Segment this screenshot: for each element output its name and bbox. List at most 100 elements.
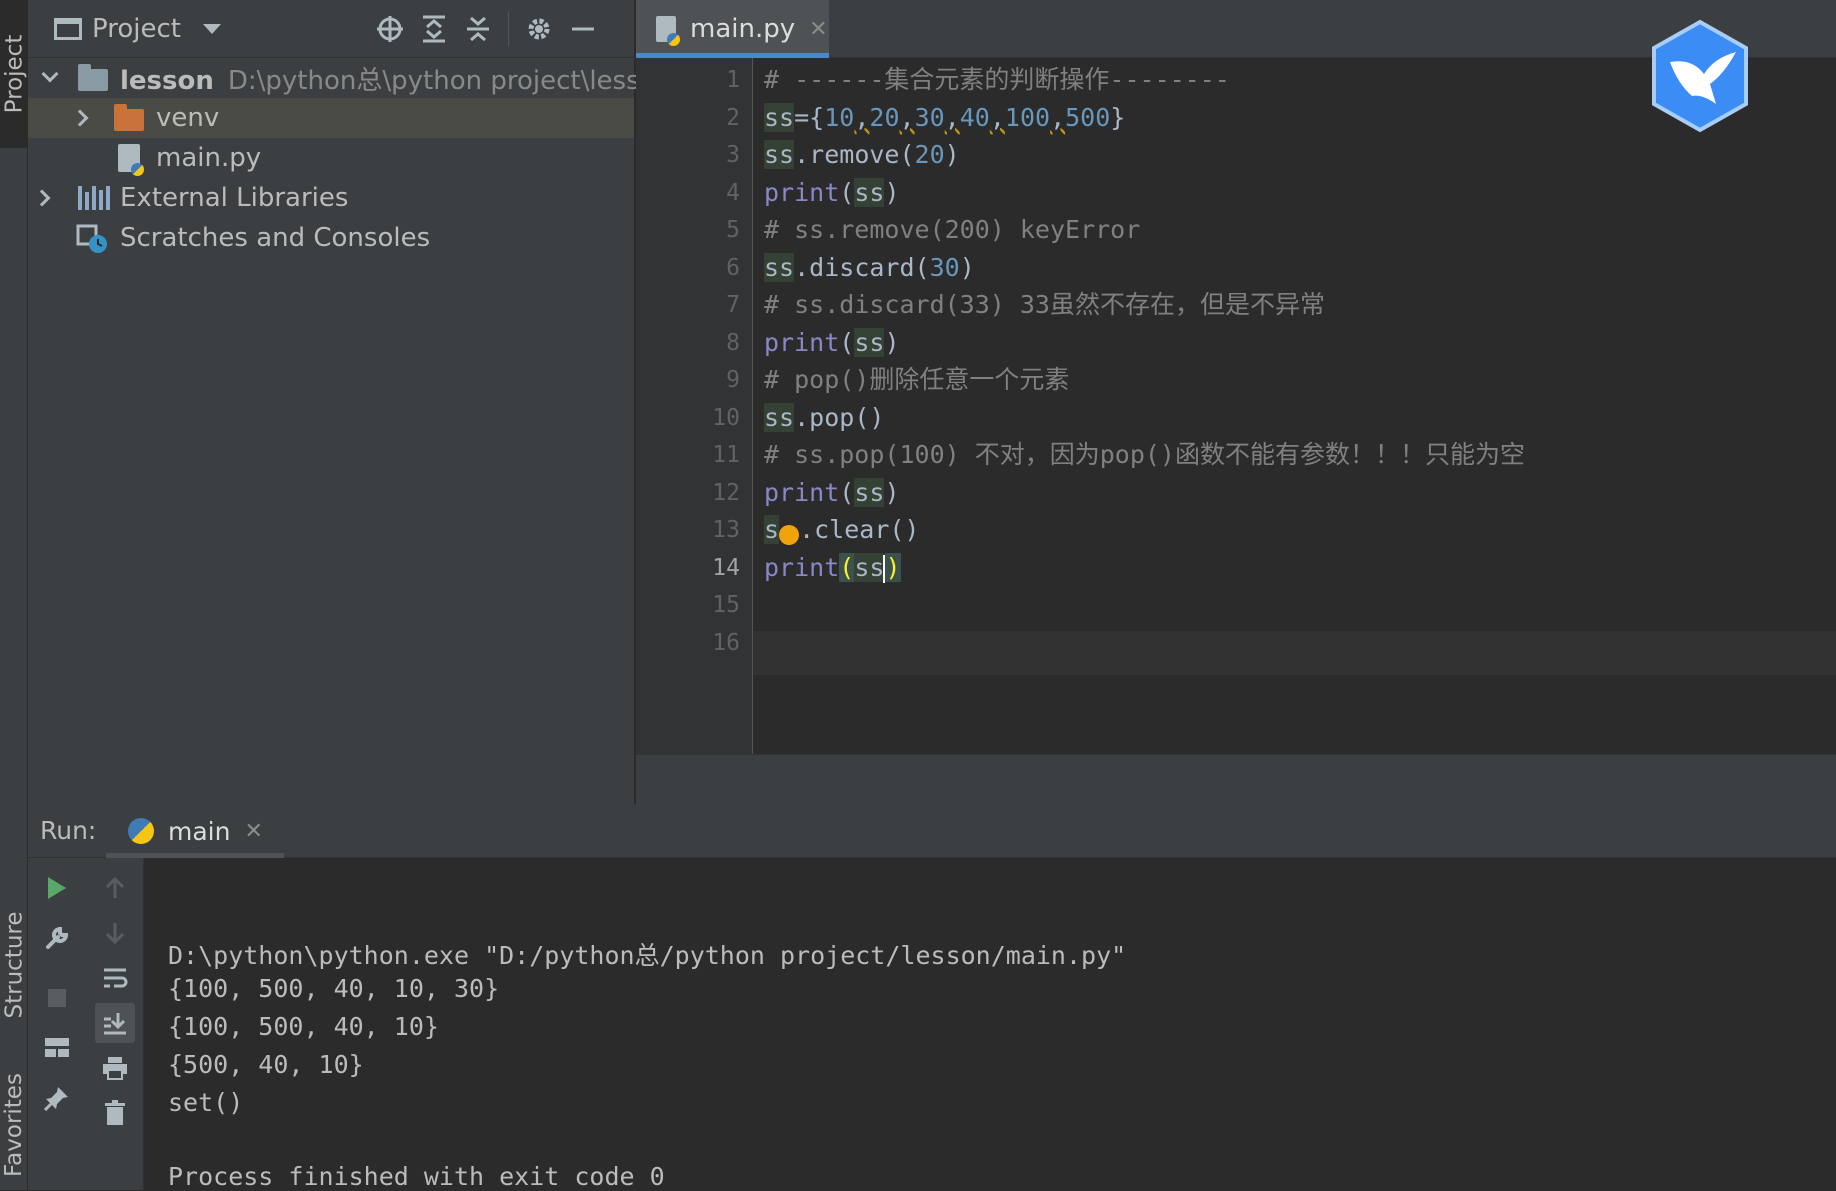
tree-item-lesson[interactable]: lesson D:\python总\python project\lesson: [28, 58, 672, 98]
print-button[interactable]: [95, 1048, 135, 1088]
console-line: {500, 40, 10}: [168, 1050, 364, 1079]
tool-tab-project-label: Project: [1, 34, 28, 114]
chevron-down-icon[interactable]: [41, 65, 59, 83]
run-settings-button[interactable]: [37, 918, 77, 958]
tool-tab-structure[interactable]: Structure: [0, 880, 28, 1050]
chevron-right-icon[interactable]: [71, 109, 89, 127]
code-token: (: [839, 477, 855, 507]
run-label: Run:: [40, 816, 97, 845]
soft-wrap-button[interactable]: [95, 958, 135, 998]
tool-tab-favorites[interactable]: Favorites: [0, 1060, 28, 1190]
code-token: }: [1110, 102, 1126, 132]
builtin-print: print: [764, 477, 840, 507]
run-tab-main-label: main: [168, 816, 231, 846]
lightbulb-icon[interactable]: [779, 525, 800, 545]
identifier-ss: ss: [764, 102, 795, 132]
tree-item-main-py-label: main.py: [156, 143, 262, 173]
clear-all-button[interactable]: [95, 1093, 135, 1133]
scroll-to-end-icon: [104, 1013, 126, 1035]
chevron-down-icon: [202, 23, 221, 34]
project-view-selector[interactable]: Project: [54, 14, 221, 44]
console-line: {100, 500, 40, 10}: [168, 1012, 439, 1041]
pin-tab-button[interactable]: [37, 1078, 77, 1118]
number-literal: 30: [914, 102, 945, 132]
tree-item-scratches[interactable]: Scratches and Consoles: [28, 218, 634, 258]
tree-item-external-libraries-label: External Libraries: [120, 183, 349, 213]
tree-item-external-libraries[interactable]: External Libraries: [28, 178, 634, 218]
identifier-ss: s: [764, 515, 780, 544]
stop-button[interactable]: [37, 978, 77, 1018]
arrow-down-icon: [105, 923, 125, 945]
builtin-print: print: [764, 552, 840, 582]
code-editor[interactable]: 1 2 3 4 5 6 7 8 9 10 11 12 13 14 15 16 #…: [636, 58, 1836, 804]
trash-icon: [105, 1100, 125, 1125]
identifier-ss: ss: [854, 327, 885, 357]
excluded-folder-icon: [114, 104, 144, 131]
left-tool-strip: Project Structure Favorites: [0, 0, 28, 1190]
line-number: 16: [712, 629, 740, 656]
code-token: ,: [854, 102, 870, 132]
identifier-ss: ss: [764, 140, 795, 169]
code-token: ,: [989, 102, 1005, 132]
tree-item-venv[interactable]: venv: [28, 98, 634, 138]
minimize-icon[interactable]: [561, 10, 605, 48]
crosshair-icon[interactable]: [368, 10, 412, 48]
identifier-ss: ss: [854, 552, 885, 582]
close-icon[interactable]: ✕: [809, 17, 827, 42]
tool-tab-favorites-label: Favorites: [1, 1073, 27, 1177]
library-icon: [78, 186, 110, 210]
identifier-ss: ss: [854, 477, 885, 507]
previous-occurrence-button[interactable]: [95, 868, 135, 908]
run-toolbar-primary: [28, 858, 86, 1190]
wrench-icon: [46, 926, 69, 949]
tab-main-py-label: main.py: [690, 14, 796, 44]
rerun-button[interactable]: [37, 868, 77, 908]
number-literal: 500: [1065, 102, 1111, 132]
code-token: (: [839, 327, 855, 357]
tab-main-py[interactable]: main.py ✕: [636, 0, 829, 58]
soft-wrap-icon: [104, 968, 128, 988]
code-token: (: [839, 177, 855, 207]
tree-item-lesson-label: lesson: [120, 65, 214, 96]
code-token: ,: [899, 102, 915, 132]
project-tree: lesson D:\python总\python project\lesson v…: [28, 58, 672, 258]
identifier-ss: ss: [854, 177, 885, 207]
run-toolbar-secondary: [86, 858, 144, 1190]
pin-icon: [44, 1087, 68, 1111]
code-token: .clear(): [799, 515, 920, 544]
project-panel-title: Project: [92, 13, 181, 44]
layout-button[interactable]: [37, 1028, 77, 1068]
current-line-highlight: [754, 631, 1836, 675]
code-token: ={: [794, 102, 825, 132]
chevron-right-icon[interactable]: [33, 189, 51, 207]
expand-all-icon[interactable]: [412, 10, 456, 48]
next-occurrence-button[interactable]: [95, 913, 135, 953]
tree-item-main-py[interactable]: main.py: [28, 138, 634, 178]
console-line: set(): [168, 1088, 244, 1117]
project-panel-icon: [54, 17, 82, 40]
run-tab-main[interactable]: main ✕: [106, 804, 284, 858]
editor-bottom-area: [636, 754, 1836, 804]
tree-item-venv-label: venv: [156, 103, 220, 133]
identifier-ss: ss: [764, 402, 795, 432]
header-divider: [508, 12, 509, 46]
builtin-print: print: [764, 327, 840, 357]
number-literal: 30: [929, 252, 960, 282]
code-token: ): [884, 177, 900, 207]
stop-icon: [48, 989, 66, 1007]
python-file-icon: [656, 16, 680, 46]
code-token: ): [944, 140, 960, 169]
gear-icon[interactable]: [517, 10, 561, 48]
arrow-up-icon: [105, 876, 125, 898]
close-icon[interactable]: ✕: [244, 819, 262, 844]
code-line-14: print(ss): [764, 546, 901, 590]
run-panel-header: Run: main ✕: [28, 804, 1836, 858]
scroll-to-end-button[interactable]: [95, 1003, 135, 1043]
python-icon: [128, 818, 154, 844]
tool-tab-project[interactable]: Project: [0, 0, 28, 148]
number-literal: 40: [959, 102, 990, 132]
folder-icon: [78, 64, 108, 91]
code-token: ,: [1050, 102, 1066, 132]
collapse-all-icon[interactable]: [456, 10, 500, 48]
matched-paren: ): [885, 552, 901, 582]
